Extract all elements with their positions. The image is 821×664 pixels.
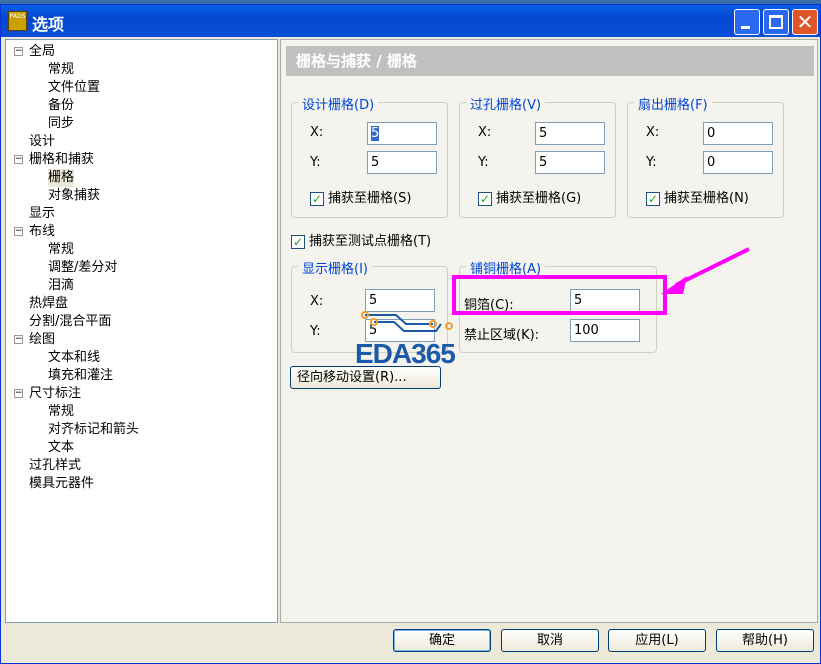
display-grid-legend: 显示栅格(I) <box>298 258 372 277</box>
pour-grid-legend: 铺铜栅格(A) <box>466 258 546 277</box>
tree-item[interactable]: 模具元器件 <box>29 475 94 493</box>
copper-grid-input[interactable]: 5 <box>570 289 640 312</box>
checkmark-icon: ✓ <box>310 191 324 206</box>
collapse-icon[interactable]: − <box>14 227 23 236</box>
arrow-head-icon <box>661 276 687 294</box>
tree-item[interactable]: 对象捕获 <box>48 187 100 205</box>
checkmark-icon: ✓ <box>291 234 305 249</box>
minimize-button[interactable] <box>734 9 760 35</box>
y-label: Y: <box>310 155 321 170</box>
display-grid-x-input[interactable]: 5 <box>365 289 435 312</box>
options-dialog: PADS 选项 ✕ − 全局 常规 文件位置 备份 同步 设计 − 栅格和捕获 栅格 对象捕获 显示 −… <box>0 4 821 664</box>
x-label: X: <box>646 125 660 140</box>
design-snap-checkbox[interactable]: ✓ 捕获至栅格(S) <box>310 187 411 206</box>
minimize-icon <box>741 26 750 29</box>
fanout-grid-group: 扇出栅格(F) X: 0 Y: 0 ✓ 捕获至栅格(N) <box>627 94 784 218</box>
tree-item[interactable]: 尺寸标注 <box>29 385 81 403</box>
title-bar[interactable]: PADS 选项 ✕ <box>1 5 820 37</box>
design-grid-y-input[interactable]: 5 <box>367 151 437 174</box>
tree-item[interactable]: 常规 <box>48 61 74 79</box>
maximize-button[interactable] <box>763 9 789 35</box>
options-tree[interactable]: − 全局 常规 文件位置 备份 同步 设计 − 栅格和捕获 栅格 对象捕获 显示 − 布线 常规 调整/差分对… <box>5 39 278 623</box>
collapse-icon[interactable]: − <box>14 155 23 164</box>
tree-item[interactable]: 绘图 <box>29 331 55 349</box>
snap-testpoint-checkbox[interactable]: ✓ 捕获至测试点栅格(T) <box>291 230 431 249</box>
collapse-icon[interactable]: − <box>14 389 23 398</box>
checkmark-icon: ✓ <box>478 191 492 206</box>
tree-item[interactable]: 文件位置 <box>48 79 100 97</box>
arrow-line <box>675 247 750 287</box>
fanout-grid-x-input[interactable]: 0 <box>703 122 773 145</box>
tree-item[interactable]: 文本 <box>48 439 74 457</box>
tree-item[interactable]: 显示 <box>29 205 55 223</box>
tree-item[interactable]: 分割/混合平面 <box>29 313 111 331</box>
tree-item[interactable]: 布线 <box>29 223 55 241</box>
ok-button[interactable]: 确定 <box>393 629 491 652</box>
copper-label: 铜箔(C): <box>464 298 514 313</box>
via-grid-legend: 过孔栅格(V) <box>466 94 546 113</box>
tree-item[interactable]: 栅格 <box>48 169 75 187</box>
fanout-grid-legend: 扇出栅格(F) <box>634 94 712 113</box>
design-grid-group: 设计栅格(D) X: 5 Y: 5 ✓ 捕获至栅格(S) <box>291 94 448 218</box>
tree-item[interactable]: 同步 <box>48 115 74 133</box>
keepout-grid-input[interactable]: 100 <box>570 319 640 342</box>
close-button[interactable]: ✕ <box>792 9 818 35</box>
via-grid-group: 过孔栅格(V) X: 5 Y: 5 ✓ 捕获至栅格(G) <box>459 94 616 218</box>
tree-item[interactable]: 调整/差分对 <box>48 259 117 277</box>
via-grid-x-input[interactable]: 5 <box>535 122 605 145</box>
tree-item[interactable]: 常规 <box>48 241 74 259</box>
window-title: 选项 <box>32 15 65 34</box>
tree-item[interactable]: 常规 <box>48 403 74 421</box>
panel-header: 栅格与捕获 / 栅格 <box>286 46 814 76</box>
help-button[interactable]: 帮助(H) <box>716 629 814 652</box>
x-label: X: <box>310 125 324 140</box>
design-grid-x-input[interactable]: 5 <box>367 122 437 145</box>
tree-item[interactable]: 对齐标记和箭头 <box>48 421 139 439</box>
y-label: Y: <box>310 324 321 339</box>
fanout-grid-y-input[interactable]: 0 <box>703 151 773 174</box>
collapse-icon[interactable]: − <box>14 47 23 56</box>
x-label: X: <box>478 125 492 140</box>
x-label: X: <box>310 294 324 309</box>
via-grid-y-input[interactable]: 5 <box>535 151 605 174</box>
via-snap-checkbox[interactable]: ✓ 捕获至栅格(G) <box>478 187 581 206</box>
fanout-snap-checkbox[interactable]: ✓ 捕获至栅格(N) <box>646 187 749 206</box>
checkmark-icon: ✓ <box>646 191 660 206</box>
tree-item[interactable]: 过孔样式 <box>29 457 81 475</box>
keepout-label: 禁止区域(K): <box>464 328 540 343</box>
y-label: Y: <box>646 155 657 170</box>
pads-app-icon: PADS <box>8 11 27 31</box>
pour-grid-group: 铺铜栅格(A) 铜箔(C): 5 禁止区域(K): 100 <box>459 258 657 353</box>
apply-button[interactable]: 应用(L) <box>608 629 706 652</box>
close-icon: ✕ <box>796 10 814 34</box>
collapse-icon[interactable]: − <box>14 335 23 344</box>
design-grid-legend: 设计栅格(D) <box>298 94 379 113</box>
tree-item[interactable]: 备份 <box>48 97 74 115</box>
y-label: Y: <box>478 155 489 170</box>
tree-item[interactable]: 栅格和捕获 <box>29 151 94 169</box>
tree-item[interactable]: 泪滴 <box>48 277 74 295</box>
tree-item[interactable]: 全局 <box>29 43 55 61</box>
tree-item[interactable]: 热焊盘 <box>29 295 68 313</box>
settings-panel: 栅格与捕获 / 栅格 设计栅格(D) X: 5 Y: 5 ✓ 捕获至栅格(S) 过… <box>280 39 818 623</box>
maximize-icon <box>769 15 783 29</box>
cancel-button[interactable]: 取消 <box>501 629 599 652</box>
tree-item[interactable]: 文本和线 <box>48 349 100 367</box>
tree-item[interactable]: 填充和灌注 <box>48 367 113 385</box>
tree-item[interactable]: 设计 <box>29 133 55 151</box>
watermark-logo: EDA365 <box>355 338 456 369</box>
